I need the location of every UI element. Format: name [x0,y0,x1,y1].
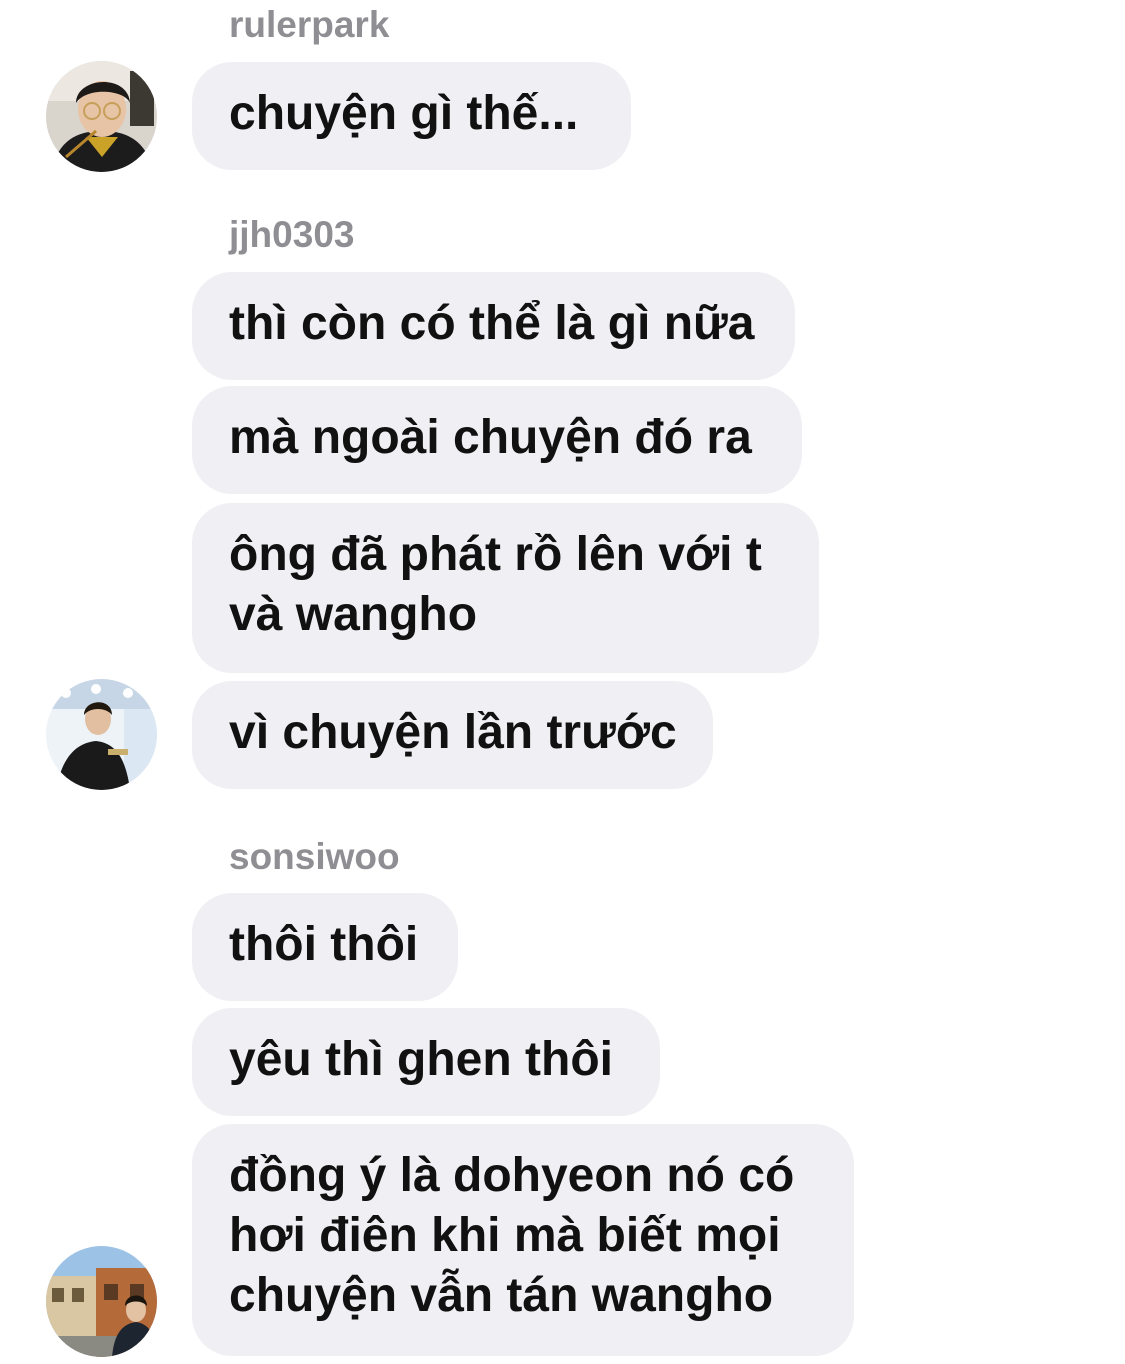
message-bubble[interactable]: yêu thì ghen thôi [192,1008,660,1116]
message-text: thì còn có thể là gì nữa [229,297,755,350]
message-text: yêu thì ghen thôi [229,1033,613,1086]
message-text: thôi thôi [229,918,419,971]
sender-name: sonsiwoo [229,836,400,877]
sender-name: rulerpark [229,4,390,45]
message-bubble[interactable]: mà ngoài chuyện đó ra [192,386,802,494]
message-text: mà ngoài chuyện đó ra [229,411,752,464]
avatar[interactable] [46,679,157,790]
user-photo-avatar-icon [46,679,157,790]
message-bubble[interactable]: ông đã phát rồ lên với t và wangho [192,503,819,673]
message-text: chuyện gì thế... [229,87,579,140]
message-text: đồng ý là dohyeon nó có hơi điên khi mà … [229,1149,795,1322]
sender-name: jjh0303 [229,214,355,255]
user-photo-avatar-icon [46,1246,157,1357]
user-photo-avatar-icon [46,61,157,172]
avatar[interactable] [46,1246,157,1357]
message-bubble[interactable]: chuyện gì thế... [192,62,631,170]
message-bubble[interactable]: đồng ý là dohyeon nó có hơi điên khi mà … [192,1124,854,1356]
message-bubble[interactable]: vì chuyện lần trước [192,681,713,789]
message-bubble[interactable]: thôi thôi [192,893,458,1001]
message-text: vì chuyện lần trước [229,706,677,759]
message-text: ông đã phát rồ lên với t và wangho [229,528,762,641]
avatar[interactable] [46,61,157,172]
message-bubble[interactable]: thì còn có thể là gì nữa [192,272,795,380]
